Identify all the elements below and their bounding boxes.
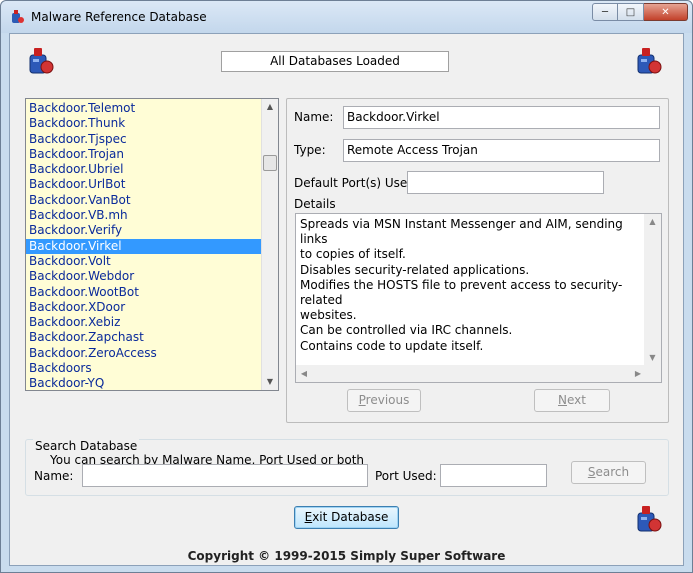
previous-button[interactable]: Previous — [347, 389, 421, 412]
type-field[interactable]: Remote Access Trojan — [343, 139, 660, 162]
malware-list-item[interactable]: Backdoor.Thunk — [26, 116, 262, 131]
type-label: Type: — [294, 143, 326, 157]
app-window: Malware Reference Database ─ □ ✕ All Dat… — [0, 0, 693, 573]
previous-mnemonic: P — [358, 393, 366, 407]
search-group-title: Search Database — [33, 439, 140, 453]
scroll-corner — [644, 365, 661, 382]
details-text: Spreads via MSN Instant Messenger and AI… — [300, 217, 623, 353]
malware-list-item[interactable]: Backdoor.Telemot — [26, 101, 262, 116]
status-display: All Databases Loaded — [221, 51, 449, 72]
scroll-thumb[interactable] — [263, 155, 277, 171]
next-label: ext — [567, 393, 586, 407]
name-field[interactable]: Backdoor.Virkel — [343, 106, 660, 129]
client-area: All Databases Loaded Backdoor.Telemot Bac… — [9, 33, 684, 566]
next-mnemonic: N — [558, 393, 567, 407]
search-port-input[interactable] — [440, 464, 547, 487]
scroll-left-icon[interactable]: ◀ — [296, 365, 312, 382]
details-panel: Name: Backdoor.Virkel Type: Remote Acces… — [286, 98, 669, 423]
malware-list-item[interactable]: Backdoor.Tjspec — [26, 132, 262, 147]
malware-list-item[interactable]: Backdoor-YQ — [26, 376, 262, 390]
scroll-down-icon[interactable]: ▼ — [644, 350, 661, 366]
malware-list-item[interactable]: Backdoors — [26, 361, 262, 376]
minimize-button[interactable]: ─ — [592, 3, 618, 21]
malware-listbox[interactable]: Backdoor.Telemot Backdoor.Thunk Backdoor.T… — [25, 98, 279, 391]
search-name-label: Name: — [34, 469, 74, 483]
search-port-label: Port Used: — [375, 469, 437, 483]
malware-list-item[interactable]: Backdoor.Webdor — [26, 269, 262, 284]
minimize-icon: ─ — [601, 6, 609, 18]
details-vscrollbar[interactable]: ▲ ▼ — [644, 214, 661, 366]
maximize-button[interactable]: □ — [618, 3, 644, 21]
close-icon: ✕ — [661, 6, 670, 18]
malware-list-item[interactable]: Backdoor.Virkel — [26, 238, 262, 254]
close-button[interactable]: ✕ — [644, 3, 688, 21]
scroll-down-icon[interactable]: ▼ — [262, 374, 278, 390]
scroll-up-icon[interactable]: ▲ — [644, 214, 661, 230]
malware-list-item[interactable]: Backdoor.XDoor — [26, 300, 262, 315]
malware-list-item[interactable]: Backdoor.Trojan — [26, 147, 262, 162]
ports-field[interactable] — [407, 171, 604, 194]
caption-buttons: ─ □ ✕ — [592, 3, 688, 21]
virus-bottle-icon — [12, 10, 24, 23]
scroll-up-icon[interactable]: ▲ — [262, 99, 278, 115]
exit-button-label: xit Database — [312, 510, 389, 524]
virus-bottle-icon — [637, 506, 662, 532]
ports-label: Default Port(s) Used: — [294, 176, 419, 190]
list-scrollbar[interactable]: ▲ ▼ — [261, 99, 278, 390]
title-bar[interactable]: Malware Reference Database ─ □ ✕ — [1, 1, 692, 33]
search-group: Search Database You can search by Malwar… — [25, 439, 669, 496]
details-hscrollbar[interactable]: ◀ ▶ — [296, 365, 646, 382]
next-button[interactable]: Next — [534, 389, 610, 412]
virus-bottle-icon — [637, 48, 662, 74]
window-title: Malware Reference Database — [31, 10, 207, 24]
name-label: Name: — [294, 110, 334, 124]
malware-list-item[interactable]: Backdoor.VB.mh — [26, 208, 262, 223]
malware-list-item[interactable]: Backdoor.VanBot — [26, 193, 262, 208]
previous-label: revious — [365, 393, 410, 407]
malware-list-item[interactable]: Backdoor.Verify — [26, 223, 262, 238]
search-button[interactable]: Search — [571, 461, 646, 484]
malware-list-items: Backdoor.Telemot Backdoor.Thunk Backdoor.T… — [26, 101, 262, 390]
exit-button[interactable]: Exit Database — [294, 506, 399, 529]
malware-list-item[interactable]: Backdoor.WootBot — [26, 285, 262, 300]
search-name-input[interactable] — [82, 464, 368, 487]
malware-list-item[interactable]: Backdoor.Volt — [26, 254, 262, 269]
search-button-label: earch — [595, 465, 630, 479]
search-mnemonic: S — [587, 465, 596, 479]
malware-list-item[interactable]: Backdoor.Xebiz — [26, 315, 262, 330]
malware-list-item[interactable]: Backdoor.UrlBot — [26, 177, 262, 192]
copyright-footer: Copyright © 1999-2015 Simply Super Softw… — [187, 549, 506, 563]
details-label: Details — [294, 197, 336, 211]
malware-list-item[interactable]: Backdoor.ZeroAccess — [26, 346, 262, 361]
details-textarea[interactable]: Spreads via MSN Instant Messenger and AI… — [295, 213, 662, 383]
malware-list-item[interactable]: Backdoor.Ubriel — [26, 162, 262, 177]
malware-list-item[interactable]: Backdoor.Zapchast — [26, 330, 262, 345]
maximize-icon: □ — [625, 6, 636, 18]
virus-bottle-icon — [29, 48, 54, 74]
